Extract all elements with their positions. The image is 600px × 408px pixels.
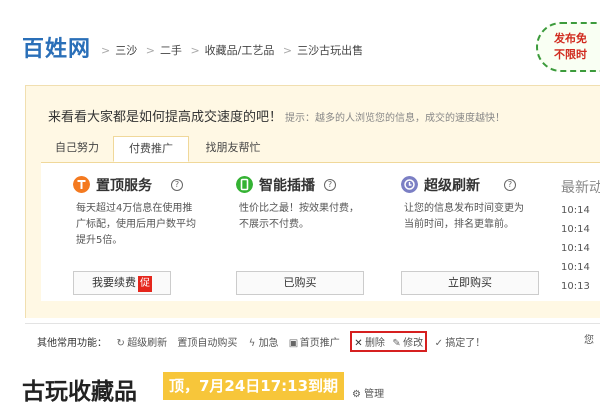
breadcrumb-item[interactable]: 三沙古玩出售 [297,44,363,57]
service-desc: 让您的信息发布时间变更为当前时间，排名更靠前。 [404,203,524,230]
truncated-text: 您 [584,335,594,346]
refresh-icon: ↻ [116,338,125,349]
post-title: 古玩收藏品 [22,379,137,405]
top-icon [73,176,90,193]
panel-hint: 提示：越多的人浏览您的信息，成交的速度越快！ [285,113,506,124]
top-expiry-badge: 顶，7月24日17:13到期 [163,372,345,400]
breadcrumb-item[interactable]: 二手 [160,44,182,57]
latest-time: 10:14 [561,262,590,273]
service-desc: 性价比之最！按效果付费，不展示不付费。 [239,203,359,230]
badge-line: 发布免 [554,32,587,45]
image-icon: ▣ [288,338,299,349]
badge-line: 不限时 [554,48,587,61]
site-header: 百姓网 > 三沙 > 二手 > 收藏品/工艺品 > 三沙古玩出售 发布免 不限时 [0,0,600,78]
promo-tag: 促 [138,276,152,292]
chevron-right-icon: > [145,44,155,57]
edit-icon: ✎ [392,338,401,349]
latest-time: 10:14 [561,224,590,235]
delete-icon: ✕ [354,338,363,349]
service-name: 超级刷新 [424,178,480,194]
service-desc: 每天超过4万信息在使用推广标配，使用后用户数平均提升5倍。 [76,203,196,246]
buy-now-button[interactable]: 立即购买 [401,271,539,295]
breadcrumb: > 三沙 > 二手 > 收藏品/工艺品 > 三沙古玩出售 [96,42,363,58]
service-card-smart: 智能插播 ? 性价比之最！按效果付费，不展示不付费。 已购买 [236,175,396,295]
service-name: 智能插播 [259,178,315,194]
site-logo[interactable]: 百姓网 [22,31,91,63]
edit-link[interactable]: ✎ 修改 [392,334,423,349]
phone-icon [236,176,253,193]
breadcrumb-item[interactable]: 三沙 [115,44,137,57]
service-cards: 置顶服务 ? 每天超过4万信息在使用推广标配，使用后用户数平均提升5倍。 我要续… [41,163,600,301]
help-icon[interactable]: ? [504,179,516,191]
tab-self-effort[interactable]: 自己努力 [41,136,113,160]
auto-top-link[interactable]: 置顶自动购买 [177,334,237,349]
other-functions-bar: 其他常用功能： ↻ 超级刷新 置顶自动购买 ϟ 加急 ▣ 首页推广 ✕ 删除 ✎ 修改 ✓… [25,323,600,352]
service-card-top: 置顶服务 ? 每天超过4万信息在使用推广标配，使用后用户数平均提升5倍。 我要续… [73,175,233,295]
service-card-refresh: 超级刷新 ? 让您的信息发布时间变更为当前时间，排名更靠前。 立即购买 [401,175,561,295]
latest-time: 10:13 [561,281,590,292]
renew-button[interactable]: 我要续费促 [73,271,171,295]
latest-time: 10:14 [561,243,590,254]
super-refresh-link[interactable]: ↻ 超级刷新 [116,334,167,349]
highlight-box: ✕ 删除 ✎ 修改 [349,331,428,352]
chevron-right-icon: > [282,44,293,57]
purchased-button[interactable]: 已购买 [236,271,364,295]
panel-heading: 来看看大家都是如何提高成交速度的吧！ 提示：越多的人浏览您的信息，成交的速度越快！ [48,106,505,125]
help-icon[interactable]: ? [171,179,183,191]
delete-link[interactable]: ✕ 删除 [354,334,385,349]
tab-ask-friends[interactable]: 找朋友帮忙 [191,136,275,160]
gear-icon: ⚙ [352,389,361,400]
free-post-badge[interactable]: 发布免 不限时 [536,22,600,72]
manage-link[interactable]: ⚙ 管理 [352,385,384,400]
homepage-promo-link[interactable]: ▣ 首页推广 [289,334,340,349]
breadcrumb-item[interactable]: 收藏品/工艺品 [205,44,275,57]
done-link[interactable]: ✓ 搞定了！ [434,334,486,349]
latest-time: 10:14 [561,205,590,216]
tab-paid-promotion[interactable]: 付费推广 [113,136,189,162]
clock-icon [401,176,418,193]
latest-title: 最新动 [561,180,600,196]
service-name: 置顶服务 [96,178,152,194]
panel-headline: 来看看大家都是如何提高成交速度的吧！ [48,110,283,125]
urgent-link[interactable]: ϟ 加急 [248,334,279,349]
help-icon[interactable]: ? [324,179,336,191]
chevron-right-icon: > [101,44,111,57]
promotion-panel: 来看看大家都是如何提高成交速度的吧！ 提示：越多的人浏览您的信息，成交的速度越快！… [25,85,600,318]
chevron-right-icon: > [190,44,200,57]
check-icon: ✓ [434,338,443,349]
lightning-icon: ϟ [248,338,256,349]
latest-activity: 最新动 10:14 10:14 10:14 10:14 10:13 [561,177,600,292]
renew-button-label: 我要续费 [92,276,136,289]
functions-label: 其他常用功能： [37,338,107,349]
